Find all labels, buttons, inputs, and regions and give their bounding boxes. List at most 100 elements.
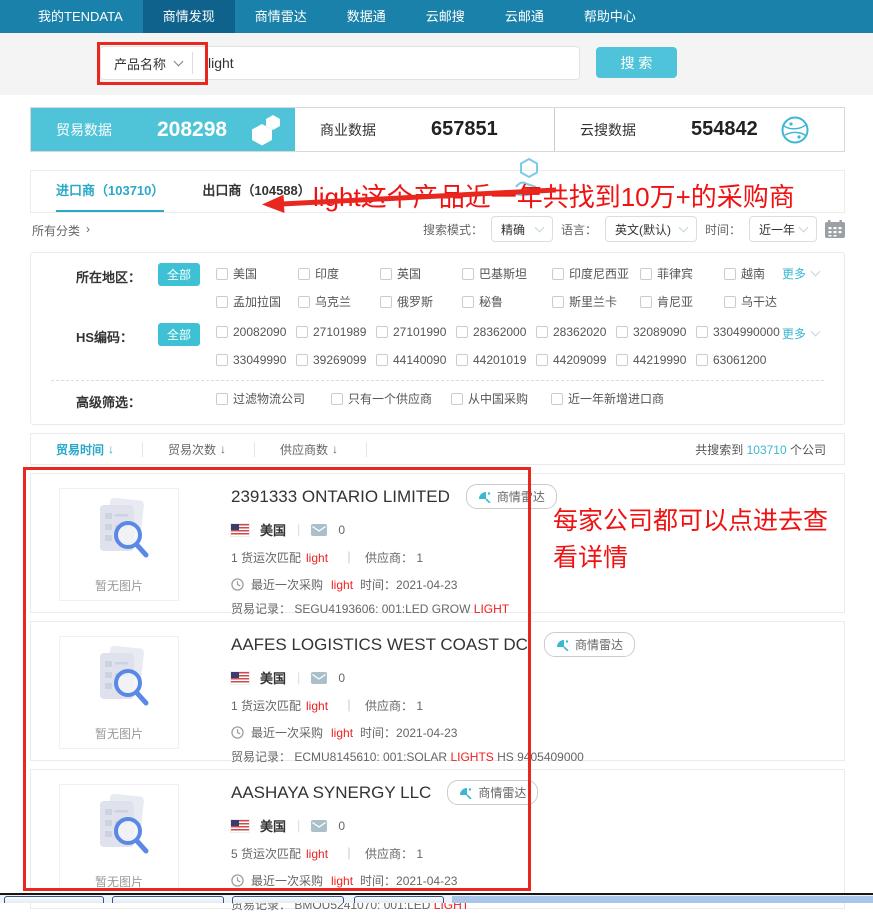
checkbox[interactable] [640, 296, 652, 308]
region-more-link[interactable]: 更多 [782, 265, 819, 282]
stat-trade-data[interactable]: 贸易数据 208298 [31, 108, 295, 151]
checkbox[interactable] [380, 296, 392, 308]
nav-item-business-discovery[interactable]: 商情发现 [143, 0, 235, 33]
search-button[interactable]: 搜 索 [596, 47, 677, 78]
checkbox[interactable] [551, 393, 563, 405]
sort-by-supplier-count[interactable]: 供应商数↓ [280, 441, 338, 458]
company-name[interactable]: AAFES LOGISTICS WEST COAST DC [231, 635, 528, 655]
hs-option[interactable]: 44219990 [616, 353, 696, 367]
checkbox[interactable] [640, 268, 652, 280]
language-select[interactable]: 英文(默认) [605, 216, 697, 242]
search-mode-select[interactable]: 精确 [491, 216, 553, 242]
hs-option[interactable]: 44140090 [376, 353, 456, 367]
breadcrumb[interactable]: 所有分类 › [32, 222, 90, 239]
radar-badge-button[interactable]: 商情雷达 [447, 780, 538, 805]
time-select[interactable]: 近一年 [749, 216, 817, 242]
company-name[interactable]: 2391333 ONTARIO LIMITED [231, 487, 450, 507]
hs-all-button[interactable]: 全部 [158, 323, 200, 346]
hs-option[interactable]: 63061200 [696, 353, 800, 367]
region-option[interactable]: 印度 [298, 265, 380, 282]
window-tab[interactable] [354, 896, 444, 903]
advanced-option[interactable]: 近一年新增进口商 [551, 390, 664, 407]
checkbox[interactable] [216, 296, 228, 308]
region-option[interactable]: 斯里兰卡 [552, 293, 640, 310]
window-tab[interactable] [112, 896, 224, 903]
advanced-option[interactable]: 从中国采购 [451, 390, 551, 407]
region-option[interactable]: 乌干达 [724, 293, 804, 310]
region-option[interactable]: 美国 [216, 265, 298, 282]
checkbox[interactable] [456, 326, 468, 338]
checkbox[interactable] [696, 354, 708, 366]
envelope-icon[interactable] [311, 672, 327, 684]
region-option[interactable]: 肯尼亚 [640, 293, 724, 310]
hs-more-link[interactable]: 更多 [782, 325, 819, 342]
calendar-icon[interactable] [825, 220, 845, 238]
checkbox[interactable] [296, 354, 308, 366]
company-thumbnail[interactable]: 暂无图片 [59, 488, 179, 601]
checkbox[interactable] [331, 393, 343, 405]
checkbox[interactable] [298, 268, 310, 280]
region-option[interactable]: 巴基斯坦 [462, 265, 552, 282]
advanced-option[interactable]: 只有一个供应商 [331, 390, 451, 407]
hs-option[interactable]: 27101990 [376, 325, 456, 339]
checkbox[interactable] [216, 354, 228, 366]
region-all-button[interactable]: 全部 [158, 263, 200, 286]
envelope-icon[interactable] [311, 820, 327, 832]
checkbox[interactable] [376, 354, 388, 366]
region-option[interactable]: 秘鲁 [462, 293, 552, 310]
region-option[interactable]: 孟加拉国 [216, 293, 298, 310]
checkbox[interactable] [696, 326, 708, 338]
region-option[interactable]: 俄罗斯 [380, 293, 462, 310]
hs-option[interactable]: 28362020 [536, 325, 616, 339]
window-tab[interactable] [232, 896, 344, 903]
region-option[interactable]: 印度尼西亚 [552, 265, 640, 282]
nav-item-data-link[interactable]: 数据通 [327, 0, 406, 33]
checkbox[interactable] [456, 354, 468, 366]
radar-badge-button[interactable]: 商情雷达 [466, 484, 557, 509]
checkbox[interactable] [616, 354, 628, 366]
advanced-option[interactable]: 过滤物流公司 [216, 390, 331, 407]
nav-item-my-tendata[interactable]: 我的TENDATA [18, 0, 143, 33]
sort-by-trade-count[interactable]: 贸易次数↓ [168, 441, 226, 458]
checkbox[interactable] [380, 268, 392, 280]
checkbox[interactable] [536, 354, 548, 366]
search-input[interactable]: light [193, 55, 234, 71]
checkbox[interactable] [536, 326, 548, 338]
window-tab[interactable] [4, 896, 104, 903]
checkbox[interactable] [616, 326, 628, 338]
company-thumbnail[interactable]: 暂无图片 [59, 636, 179, 749]
checkbox[interactable] [724, 268, 736, 280]
sort-by-trade-time[interactable]: 贸易时间↓ [56, 441, 114, 458]
stat-cloud-data[interactable]: 云搜数据 554842 [555, 108, 844, 151]
region-option[interactable]: 乌克兰 [298, 293, 380, 310]
checkbox[interactable] [216, 326, 228, 338]
hs-option[interactable]: 44201019 [456, 353, 536, 367]
nav-item-help-center[interactable]: 帮助中心 [564, 0, 656, 33]
checkbox[interactable] [298, 296, 310, 308]
tab-importers[interactable]: 进口商（103710） [56, 171, 164, 212]
hs-option[interactable]: 20082090 [216, 325, 296, 339]
checkbox[interactable] [462, 296, 474, 308]
checkbox[interactable] [552, 296, 564, 308]
checkbox[interactable] [216, 268, 228, 280]
company-card[interactable]: 暂无图片 AASHAYA SYNERGY LLC 商情雷达 美国 | [30, 769, 845, 909]
nav-item-business-radar[interactable]: 商情雷达 [235, 0, 327, 33]
company-card[interactable]: 暂无图片 AAFES LOGISTICS WEST COAST DC 商情雷达 … [30, 621, 845, 761]
hs-option[interactable]: 28362000 [456, 325, 536, 339]
region-option[interactable]: 菲律宾 [640, 265, 724, 282]
company-name[interactable]: AASHAYA SYNERGY LLC [231, 783, 431, 803]
radar-badge-button[interactable]: 商情雷达 [544, 632, 635, 657]
search-category-dropdown[interactable]: 产品名称 [101, 54, 192, 73]
checkbox[interactable] [462, 268, 474, 280]
hs-option[interactable]: 32089090 [616, 325, 696, 339]
hs-option[interactable]: 27101989 [296, 325, 376, 339]
checkbox[interactable] [724, 296, 736, 308]
tab-exporters[interactable]: 出口商（104588） [202, 171, 310, 212]
hs-option[interactable]: 39269099 [296, 353, 376, 367]
nav-item-cloud-mail-search[interactable]: 云邮搜 [406, 0, 485, 33]
envelope-icon[interactable] [311, 524, 327, 536]
nav-item-cloud-mail-link[interactable]: 云邮通 [485, 0, 564, 33]
region-option[interactable]: 英国 [380, 265, 462, 282]
hs-option[interactable]: 44209099 [536, 353, 616, 367]
stat-business-data[interactable]: 商业数据 657851 [295, 108, 555, 151]
